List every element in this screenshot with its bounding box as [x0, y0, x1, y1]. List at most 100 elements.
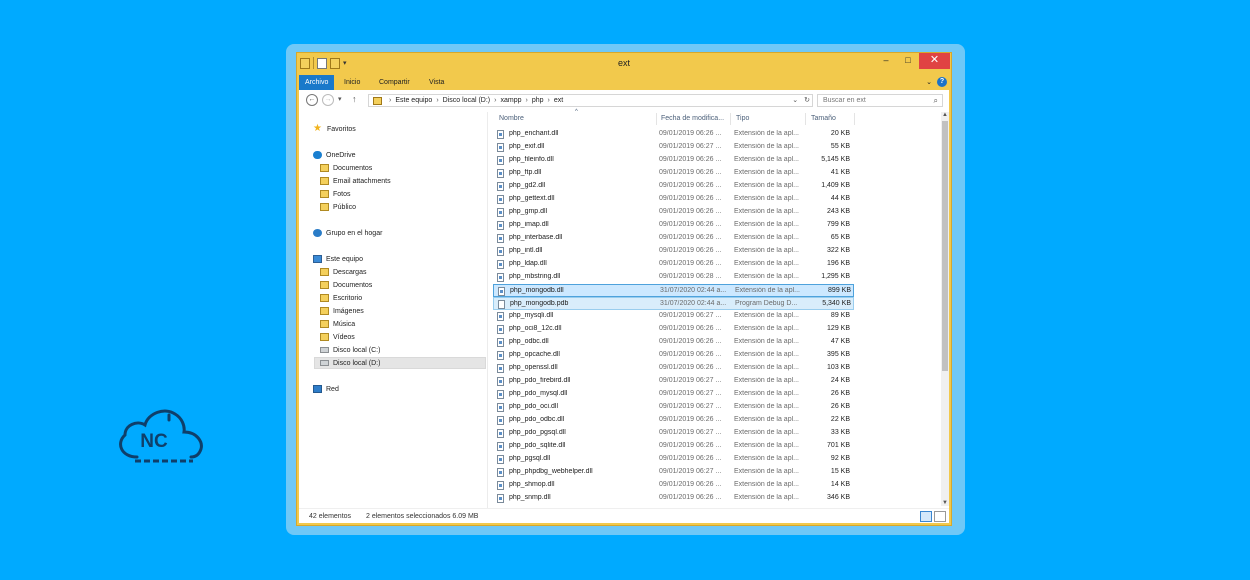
table-row[interactable]: php_opcache.dll 09/01/2019 06:26 ... Exten… — [493, 349, 854, 362]
nav-favoritos[interactable]: ★ Favoritos — [313, 123, 356, 135]
file-date: 31/07/2020 02:44 a... — [660, 287, 727, 294]
nav-disco-c[interactable]: Disco local (C:) — [320, 344, 380, 356]
column-header-type[interactable]: Tipo — [736, 115, 749, 122]
dll-file-icon — [497, 429, 504, 438]
star-icon: ★ — [313, 123, 322, 134]
column-header-size[interactable]: Tamaño — [811, 115, 836, 122]
nav-escritorio[interactable]: Escritorio — [320, 292, 362, 304]
column-header-name[interactable]: Nombre — [499, 115, 524, 122]
maximize-button[interactable]: □ — [897, 53, 919, 69]
table-row[interactable]: php_mongodb.pdb 31/07/2020 02:44 a... Prog… — [493, 297, 854, 310]
details-view-icon[interactable] — [920, 511, 932, 522]
crumb-php[interactable]: php — [532, 97, 544, 104]
table-row[interactable]: php_fileinfo.dll 09/01/2019 06:26 ... Exte… — [493, 154, 854, 167]
title-bar[interactable]: ▾ ext – □ ✕ — [297, 53, 951, 74]
table-row[interactable]: php_gmp.dll 09/01/2019 06:26 ... Extensión… — [493, 206, 854, 219]
nav-label: Documentos — [333, 164, 373, 172]
up-button[interactable]: ↑ — [352, 94, 357, 104]
explorer-window: ▾ ext – □ ✕ Archivo Inicio Compartir Vis… — [296, 52, 952, 526]
file-type: Program Debug D... — [735, 300, 798, 307]
crumb-disco-d[interactable]: Disco local (D:) — [443, 97, 490, 104]
table-row[interactable]: php_interbase.dll 09/01/2019 06:26 ... Ext… — [493, 232, 854, 245]
nav-videos[interactable]: Vídeos — [320, 331, 355, 343]
crumb-este-equipo[interactable]: Este equipo — [395, 97, 432, 104]
table-row[interactable]: php_pgsql.dll 09/01/2019 06:26 ... Extensi… — [493, 453, 854, 466]
crumb-xampp[interactable]: xampp — [500, 97, 521, 104]
expand-ribbon-icon[interactable]: ⌄ — [926, 78, 932, 86]
table-row[interactable]: php_pdo_pgsql.dll 09/01/2019 06:27 ... Ext… — [493, 427, 854, 440]
scrollbar-thumb[interactable] — [942, 121, 948, 371]
file-size: 1,409 KB — [821, 182, 850, 189]
nav-disco-d[interactable]: Disco local (D:) — [314, 357, 486, 369]
minimize-button[interactable]: – — [875, 53, 897, 69]
nav-este-equipo[interactable]: Este equipo — [313, 253, 363, 265]
nav-grupo-hogar[interactable]: Grupo en el hogar — [313, 227, 382, 239]
column-divider[interactable] — [805, 113, 806, 125]
table-row[interactable]: php_ftp.dll 09/01/2019 06:26 ... Extensión… — [493, 167, 854, 180]
forward-button[interactable]: → — [322, 94, 334, 106]
table-row[interactable]: php_oci8_12c.dll 09/01/2019 06:26 ... Exte… — [493, 323, 854, 336]
table-row[interactable]: php_mbstring.dll 09/01/2019 06:28 ... Exte… — [493, 271, 854, 284]
nav-documentos[interactable]: Documentos — [320, 279, 372, 291]
table-row[interactable]: php_pdo_oci.dll 09/01/2019 06:27 ... Exten… — [493, 401, 854, 414]
drive-icon — [320, 360, 329, 366]
crumb-ext[interactable]: ext — [554, 97, 563, 104]
table-row[interactable]: php_mysqli.dll 09/01/2019 06:27 ... Extens… — [493, 310, 854, 323]
tab-archivo[interactable]: Archivo — [299, 75, 335, 90]
table-row[interactable]: php_exif.dll 09/01/2019 06:27 ... Extensió… — [493, 141, 854, 154]
file-size: 33 KB — [830, 429, 850, 436]
address-bar[interactable]: › Este equipo › Disco local (D:) › xampp… — [368, 94, 813, 107]
nav-descargas[interactable]: Descargas — [320, 266, 366, 278]
recent-locations-icon[interactable]: ▾ — [338, 95, 342, 103]
table-row[interactable]: php_pdo_odbc.dll 09/01/2019 06:26 ... Exte… — [493, 414, 854, 427]
back-button[interactable]: ← — [306, 94, 318, 106]
table-row[interactable]: php_shmop.dll 09/01/2019 06:26 ... Extensi… — [493, 479, 854, 492]
table-row[interactable]: php_phpdbg_webhelper.dll 09/01/2019 06:27… — [493, 466, 854, 479]
nav-red[interactable]: Red — [313, 383, 339, 395]
table-row[interactable]: php_enchant.dll 09/01/2019 06:26 ... Exten… — [493, 128, 854, 141]
large-icons-view-icon[interactable] — [934, 511, 946, 522]
file-date: 09/01/2019 06:26 ... — [659, 169, 722, 176]
chevron-down-icon[interactable]: ⌄ — [792, 96, 798, 104]
column-divider[interactable] — [656, 113, 657, 125]
vertical-scrollbar[interactable]: ▲ ▼ — [941, 112, 949, 506]
file-type: Extensión de la apl... — [734, 455, 799, 462]
nav-documentos-onedrive[interactable]: Documentos — [320, 162, 372, 174]
scroll-up-icon[interactable]: ▲ — [941, 112, 949, 118]
table-row[interactable]: php_odbc.dll 09/01/2019 06:26 ... Extensió… — [493, 336, 854, 349]
tab-vista[interactable]: Vista — [429, 75, 444, 90]
table-row[interactable]: php_pdo_mysql.dll 09/01/2019 06:27 ... Ext… — [493, 388, 854, 401]
table-row[interactable]: php_pdo_firebird.dll 09/01/2019 06:27 ...… — [493, 375, 854, 388]
table-row[interactable]: php_pdo_sqlite.dll 09/01/2019 06:26 ... Ex… — [493, 440, 854, 453]
refresh-icon[interactable]: ↻ — [804, 96, 810, 104]
table-row[interactable]: php_imap.dll 09/01/2019 06:26 ... Extensió… — [493, 219, 854, 232]
file-type: Extensión de la apl... — [734, 130, 799, 137]
file-name: php_interbase.dll — [509, 234, 563, 241]
column-divider[interactable] — [854, 113, 855, 125]
nav-onedrive[interactable]: OneDrive — [313, 149, 356, 161]
help-icon[interactable]: ? — [937, 77, 947, 87]
table-row[interactable]: php_gettext.dll 09/01/2019 06:26 ... Exten… — [493, 193, 854, 206]
nav-imagenes[interactable]: Imágenes — [320, 305, 364, 317]
search-input[interactable]: Buscar en ext ⌕ — [817, 94, 943, 107]
table-row[interactable]: php_ldap.dll 09/01/2019 06:26 ... Extensió… — [493, 258, 854, 271]
scroll-down-icon[interactable]: ▼ — [941, 500, 949, 506]
nav-musica[interactable]: Música — [320, 318, 355, 330]
dll-file-icon — [497, 195, 504, 204]
table-row[interactable]: php_snmp.dll 09/01/2019 06:26 ... Extensió… — [493, 492, 854, 505]
nav-publico[interactable]: Público — [320, 201, 356, 213]
close-button[interactable]: ✕ — [919, 53, 950, 69]
tab-inicio[interactable]: Inicio — [344, 75, 360, 90]
tab-compartir[interactable]: Compartir — [379, 75, 410, 90]
dll-file-icon — [497, 234, 504, 243]
column-header-date[interactable]: Fecha de modifica... — [661, 115, 724, 122]
column-divider[interactable] — [730, 113, 731, 125]
table-row[interactable]: php_openssl.dll 09/01/2019 06:26 ... Exten… — [493, 362, 854, 375]
nav-fotos[interactable]: Fotos — [320, 188, 351, 200]
pane-divider[interactable] — [487, 112, 488, 508]
nav-email-attachments[interactable]: Email attachments — [320, 175, 391, 187]
table-row[interactable]: php_intl.dll 09/01/2019 06:26 ... Extensió… — [493, 245, 854, 258]
table-row[interactable]: php_gd2.dll 09/01/2019 06:26 ... Extensión… — [493, 180, 854, 193]
navigation-pane: ★ Favoritos OneDrive Documentos Email att… — [299, 112, 487, 508]
table-row[interactable]: php_mongodb.dll 31/07/2020 02:44 a... Exte… — [493, 284, 854, 297]
